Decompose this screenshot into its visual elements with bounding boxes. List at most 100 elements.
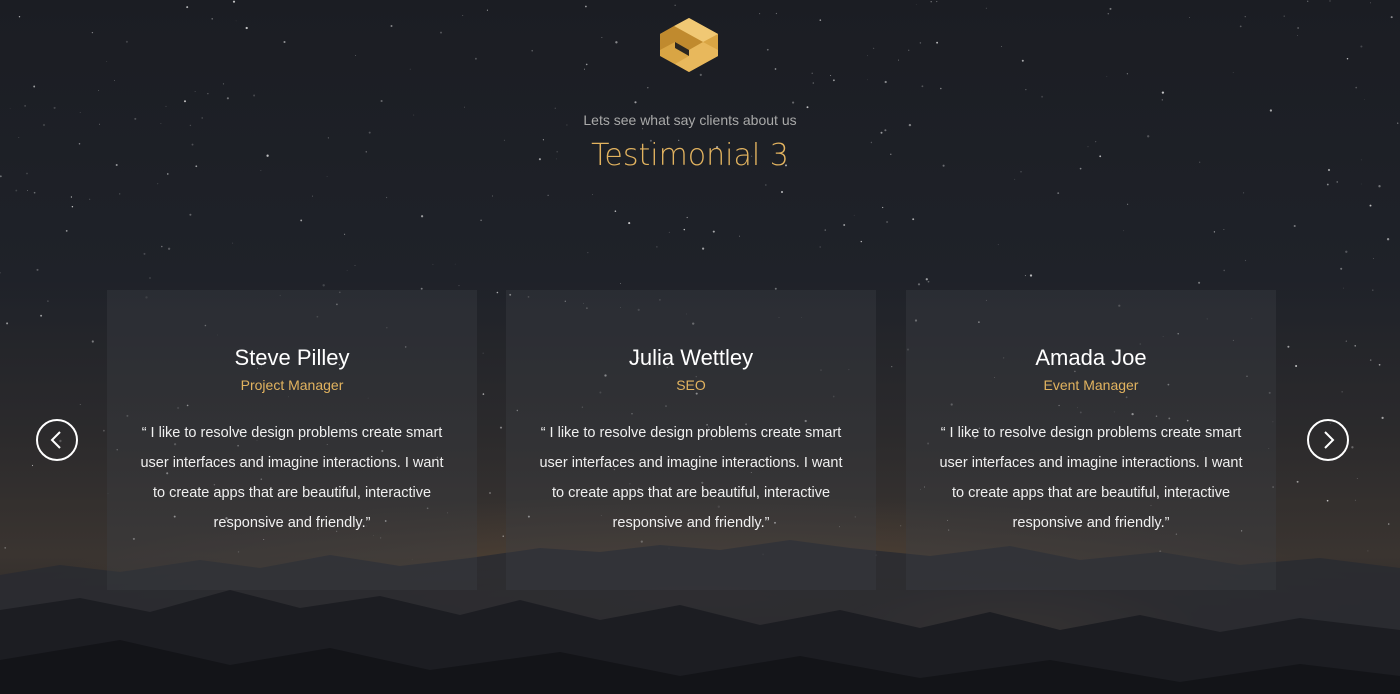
- star: [106, 60, 108, 62]
- star: [486, 9, 488, 11]
- testimonial-quote: “ I like to resolve design problems crea…: [140, 425, 444, 531]
- star: [614, 210, 617, 212]
- star: [47, 300, 49, 302]
- star: [33, 191, 36, 194]
- star: [386, 196, 388, 199]
- star: [866, 79, 868, 81]
- star: [326, 176, 328, 178]
- star: [1390, 16, 1393, 19]
- star: [91, 31, 94, 34]
- star: [1369, 204, 1372, 207]
- star: [766, 48, 769, 51]
- star: [440, 31, 442, 34]
- star: [380, 99, 383, 103]
- star: [634, 101, 637, 104]
- star: [699, 73, 702, 76]
- star: [489, 492, 491, 494]
- star: [1345, 250, 1348, 253]
- star: [1397, 122, 1399, 124]
- star: [1355, 86, 1358, 89]
- star: [620, 283, 621, 284]
- star: [860, 240, 863, 243]
- star: [775, 12, 777, 15]
- star: [1336, 181, 1338, 183]
- star: [1243, 192, 1245, 194]
- star: [26, 189, 28, 191]
- testimonial-card: Julia Wettley SEO “ I like to resolve de…: [506, 290, 876, 590]
- star: [912, 218, 915, 221]
- star: [1239, 25, 1242, 28]
- star: [832, 79, 835, 82]
- star: [98, 90, 100, 91]
- star: [647, 86, 649, 89]
- star: [1297, 34, 1298, 36]
- testimonial-role: SEO: [676, 377, 706, 393]
- star: [1107, 12, 1110, 15]
- star: [824, 229, 826, 231]
- star: [344, 233, 346, 235]
- star: [940, 87, 942, 90]
- star: [1109, 7, 1112, 10]
- chevron-right-icon: [1324, 431, 1335, 449]
- star: [886, 220, 889, 224]
- star: [1057, 192, 1060, 194]
- star: [368, 131, 371, 134]
- star: [420, 215, 424, 218]
- star: [936, 41, 938, 44]
- star: [432, 263, 434, 265]
- star: [774, 68, 777, 70]
- star: [6, 322, 9, 325]
- star: [89, 198, 91, 200]
- star: [683, 228, 686, 231]
- star: [482, 393, 485, 395]
- star: [601, 37, 603, 38]
- star: [354, 265, 356, 266]
- star: [1387, 523, 1390, 525]
- star: [143, 252, 146, 255]
- star: [79, 404, 81, 405]
- star: [36, 268, 39, 271]
- star: [157, 183, 159, 185]
- star: [1014, 178, 1016, 180]
- star: [1372, 289, 1374, 291]
- star: [1329, 0, 1331, 2]
- testimonial-card: Steve Pilley Project Manager “ I like to…: [107, 290, 477, 590]
- star: [355, 55, 357, 56]
- star: [492, 195, 493, 197]
- star: [1360, 183, 1362, 185]
- star: [1378, 185, 1381, 188]
- star: [91, 340, 94, 343]
- star: [119, 193, 121, 195]
- star: [1351, 446, 1354, 449]
- star: [919, 42, 922, 44]
- star: [65, 229, 68, 232]
- star: [900, 525, 902, 527]
- next-button[interactable]: [1307, 419, 1349, 461]
- star: [830, 74, 832, 77]
- star: [167, 247, 171, 250]
- star: [587, 251, 589, 254]
- star: [1340, 267, 1343, 270]
- star: [1024, 275, 1026, 277]
- logo-icon: [660, 18, 718, 72]
- star: [283, 40, 286, 44]
- star: [819, 246, 821, 248]
- star: [806, 106, 809, 109]
- star: [390, 25, 393, 27]
- star: [33, 85, 36, 88]
- testimonial-card: Amada Joe Event Manager “ I like to reso…: [906, 290, 1276, 590]
- star: [1307, 0, 1309, 2]
- star: [792, 101, 795, 104]
- testimonial-quote: “ I like to resolve design problems crea…: [539, 425, 843, 531]
- prev-button[interactable]: [36, 419, 78, 461]
- star: [915, 3, 917, 5]
- star: [547, 194, 549, 196]
- testimonial-name: Julia Wettley: [628, 345, 754, 370]
- star: [759, 13, 761, 15]
- testimonial-name: Amada Joe: [1035, 345, 1147, 370]
- star: [458, 285, 460, 287]
- star: [884, 80, 887, 84]
- star: [1297, 27, 1299, 29]
- star: [1244, 16, 1246, 18]
- star: [165, 105, 167, 107]
